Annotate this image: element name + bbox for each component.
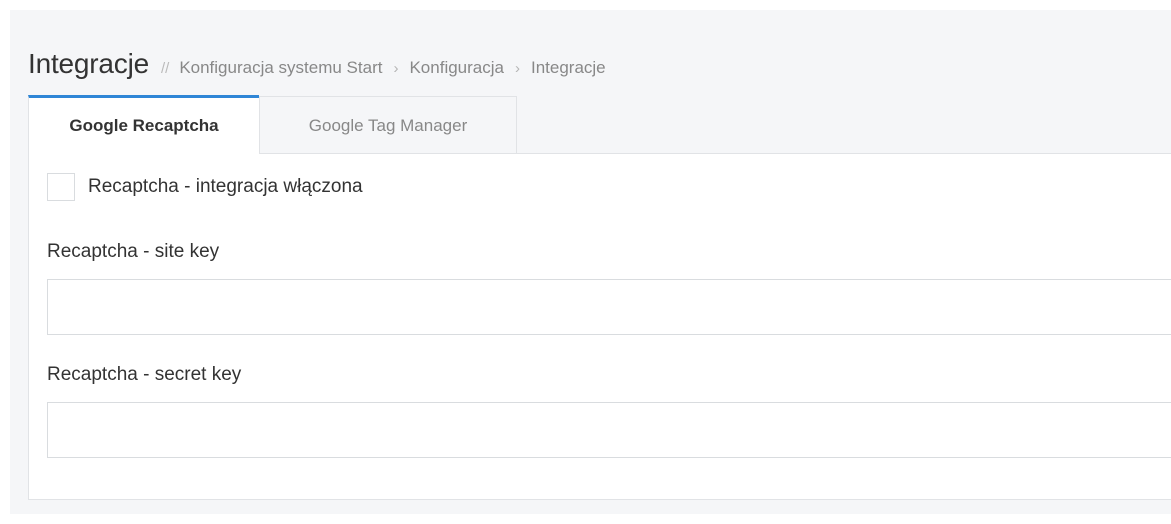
page-header: Integracje // Konfiguracja systemu Start… <box>28 48 606 88</box>
tab-bar: Google Recaptcha Google Tag Manager <box>28 95 517 155</box>
page-container: Integracje // Konfiguracja systemu Start… <box>10 10 1171 514</box>
breadcrumb-item-system-config[interactable]: Konfiguracja systemu Start <box>179 58 382 78</box>
site-key-input[interactable] <box>47 279 1171 335</box>
site-key-label: Recaptcha - site key <box>47 241 220 262</box>
recaptcha-enabled-checkbox[interactable] <box>47 173 75 201</box>
page-title: Integracje <box>28 48 149 79</box>
tab-google-recaptcha[interactable]: Google Recaptcha <box>28 95 259 155</box>
recaptcha-enabled-row[interactable]: Recaptcha - integracja włączona <box>47 173 363 201</box>
breadcrumb-item-integrations: Integracje <box>530 58 606 77</box>
chevron-right-icon: › <box>514 60 520 77</box>
secret-key-label: Recaptcha - secret key <box>47 364 242 385</box>
breadcrumb-divider: // <box>160 60 170 77</box>
tab-google-tag-manager[interactable]: Google Tag Manager <box>259 96 517 155</box>
recaptcha-enabled-label: Recaptcha - integracja włączona <box>88 176 363 197</box>
breadcrumb-item-config[interactable]: Konfiguracja <box>409 58 504 78</box>
breadcrumb: // Konfiguracja systemu Start › Konfigur… <box>161 58 606 78</box>
chevron-right-icon: › <box>393 60 399 77</box>
recaptcha-settings-panel: Recaptcha - integracja włączona Recaptch… <box>28 153 1171 500</box>
secret-key-input[interactable] <box>47 402 1171 458</box>
